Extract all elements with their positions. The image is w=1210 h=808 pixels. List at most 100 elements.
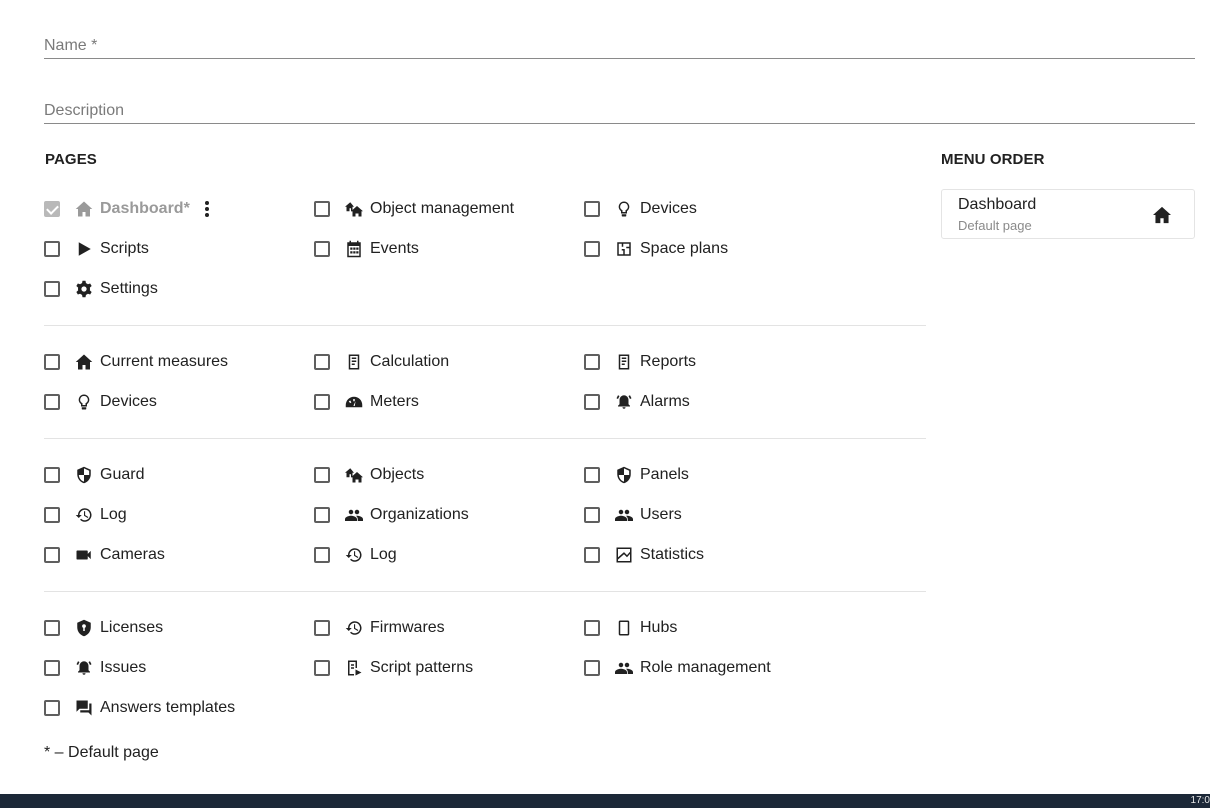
alarm-icon — [615, 393, 633, 411]
checkbox[interactable] — [44, 281, 60, 297]
page-checkbox-item[interactable]: Alarms — [584, 390, 690, 414]
gauge-icon — [345, 393, 363, 411]
page-label: Statistics — [640, 546, 705, 563]
checkbox[interactable] — [314, 507, 330, 523]
page-label: Dashboard* — [100, 200, 190, 217]
page-checkbox-item[interactable]: Scripts — [44, 237, 149, 261]
checkbox[interactable] — [314, 241, 330, 257]
menu-order-item[interactable]: Dashboard Default page — [941, 189, 1195, 239]
checkbox[interactable] — [584, 241, 600, 257]
checkbox[interactable] — [314, 547, 330, 563]
page-label: Licenses — [100, 619, 164, 636]
document-icon — [345, 353, 363, 371]
checkbox[interactable] — [584, 394, 600, 410]
home-icon — [75, 353, 93, 371]
calendar-icon — [345, 240, 363, 258]
page-label: Devices — [100, 393, 157, 410]
history-icon — [345, 546, 363, 564]
checkbox[interactable] — [584, 467, 600, 483]
page-checkbox-item[interactable]: Issues — [44, 656, 146, 680]
page-label: Log — [370, 546, 397, 563]
name-field[interactable] — [44, 33, 1195, 59]
page-label: Alarms — [640, 393, 690, 410]
menu-order-title: MENU ORDER — [941, 151, 1045, 168]
page-checkbox-item[interactable]: Panels — [584, 463, 689, 487]
checkbox[interactable] — [314, 201, 330, 217]
group-divider — [44, 591, 926, 592]
page-checkbox-item[interactable]: Hubs — [584, 616, 677, 640]
page-checkbox-item[interactable]: Script patterns — [314, 656, 473, 680]
page-checkbox-item[interactable]: Log — [44, 503, 127, 527]
checkbox[interactable] — [314, 660, 330, 676]
houses-icon — [345, 200, 363, 218]
checkbox[interactable] — [584, 201, 600, 217]
checkbox[interactable] — [584, 660, 600, 676]
menu-order-item-title: Dashboard — [958, 196, 1037, 213]
default-page-footnote: * – Default page — [44, 744, 159, 761]
checkbox[interactable] — [314, 394, 330, 410]
checkbox[interactable] — [584, 547, 600, 563]
page-checkbox-item[interactable]: Licenses — [44, 616, 163, 640]
home-icon — [1152, 206, 1172, 224]
more-options-icon[interactable] — [204, 200, 210, 218]
page-label: Cameras — [100, 546, 165, 563]
checkbox[interactable] — [314, 467, 330, 483]
space-plan-icon — [615, 240, 633, 258]
checkbox[interactable] — [314, 354, 330, 370]
page-checkbox-item[interactable]: Organizations — [314, 503, 469, 527]
chart-icon — [615, 546, 633, 564]
page-checkbox-item[interactable]: Guard — [44, 463, 144, 487]
page-checkbox-item[interactable]: Devices — [584, 197, 697, 221]
page-checkbox-item[interactable]: Answers templates — [44, 696, 235, 720]
page-checkbox-item[interactable]: Users — [584, 503, 682, 527]
page-label: Hubs — [640, 619, 678, 636]
checkbox[interactable] — [44, 700, 60, 716]
page-label: Organizations — [370, 506, 469, 523]
document-icon — [615, 353, 633, 371]
checkbox[interactable] — [44, 241, 60, 257]
page-checkbox-item[interactable]: Devices — [44, 390, 157, 414]
pages-title: PAGES — [45, 151, 97, 168]
page-checkbox-item[interactable]: Firmwares — [314, 616, 445, 640]
checkbox[interactable] — [44, 467, 60, 483]
page-label: Objects — [370, 466, 425, 483]
page-label: Issues — [100, 659, 147, 676]
page-label: Current measures — [100, 353, 229, 370]
page-checkbox-item[interactable]: Statistics — [584, 543, 704, 567]
houses-icon — [345, 466, 363, 484]
page-checkbox-item[interactable]: Objects — [314, 463, 424, 487]
gear-icon — [75, 280, 93, 298]
page-checkbox-item[interactable]: Settings — [44, 277, 158, 301]
page-checkbox-item[interactable]: Reports — [584, 350, 696, 374]
checkbox[interactable] — [44, 660, 60, 676]
page-checkbox-item[interactable]: Calculation — [314, 350, 449, 374]
page-checkbox-item[interactable]: Log — [314, 543, 397, 567]
checkbox[interactable] — [584, 620, 600, 636]
page-label: Script patterns — [370, 659, 474, 676]
page-checkbox-item[interactable]: Object management — [314, 197, 514, 221]
page-checkbox-item[interactable]: Events — [314, 237, 419, 261]
group-divider — [44, 438, 926, 439]
description-field[interactable] — [44, 98, 1195, 124]
checkbox[interactable] — [44, 547, 60, 563]
checkbox[interactable] — [44, 354, 60, 370]
lightbulb-icon — [75, 393, 93, 411]
checkbox[interactable] — [314, 620, 330, 636]
page-label: Firmwares — [370, 619, 445, 636]
checkbox[interactable] — [44, 620, 60, 636]
checkbox — [44, 201, 60, 217]
page-label: Events — [370, 240, 419, 257]
page-checkbox-item[interactable]: Current measures — [44, 350, 228, 374]
checkbox[interactable] — [44, 507, 60, 523]
page-checkbox-item[interactable]: Space plans — [584, 237, 728, 261]
checkbox[interactable] — [584, 354, 600, 370]
name-input[interactable] — [44, 33, 1195, 58]
page-label: Reports — [640, 353, 697, 370]
checkbox[interactable] — [44, 394, 60, 410]
page-checkbox-item[interactable]: Cameras — [44, 543, 165, 567]
page-checkbox-item[interactable]: Role management — [584, 656, 771, 680]
description-input[interactable] — [44, 98, 1195, 123]
checkbox[interactable] — [584, 507, 600, 523]
play-icon — [75, 240, 93, 258]
page-checkbox-item[interactable]: Meters — [314, 390, 419, 414]
